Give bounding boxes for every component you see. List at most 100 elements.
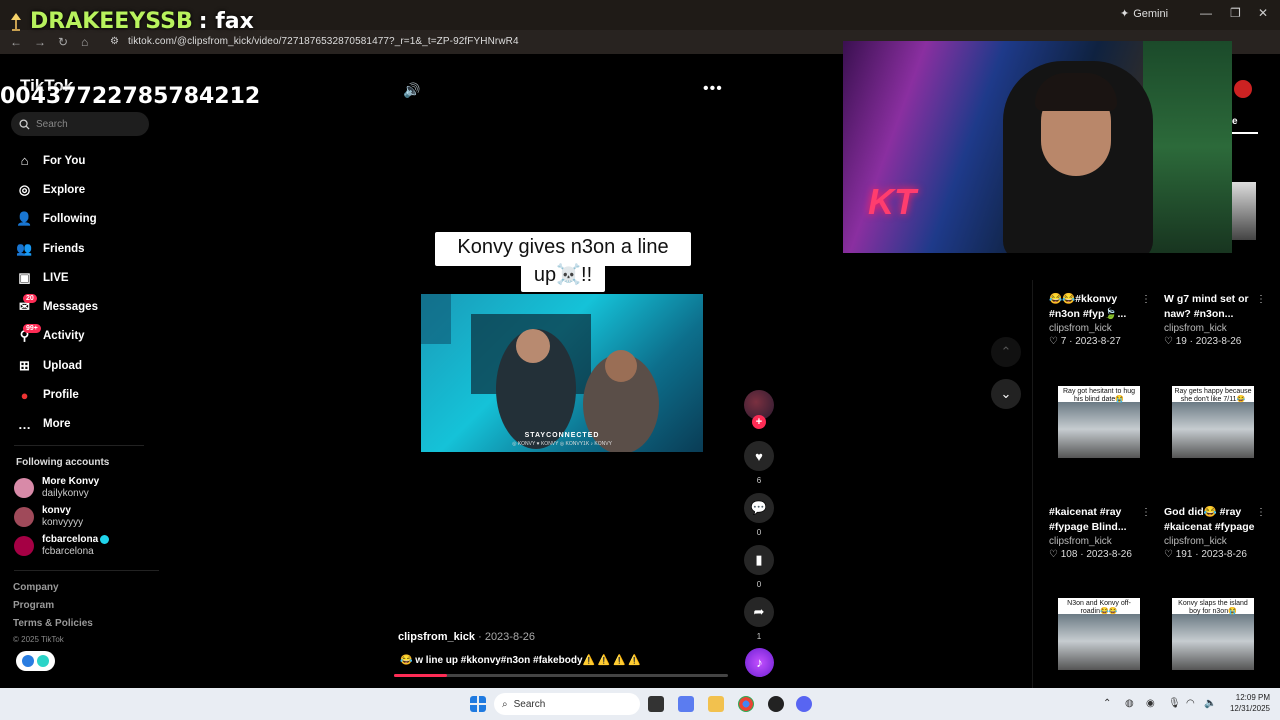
more-options-icon[interactable]: ••• <box>703 80 723 98</box>
video-thumbnail[interactable]: Konvy slaps the island boy for n3on😭 <box>1172 598 1254 670</box>
sidebar-item-label: Profile <box>43 389 79 402</box>
task-view-icon[interactable] <box>648 696 664 712</box>
reload-icon[interactable]: ↻ <box>58 35 68 49</box>
taskbar-clock[interactable]: 12:09 PM 12/31/2025 <box>1222 692 1270 714</box>
webcam-overlay: KT <box>843 41 1232 253</box>
following-account[interactable]: konvy konvyyyy <box>14 505 83 529</box>
related-video-card[interactable]: W g7 mind set or naw? #n3on... clipsfrom_… <box>1164 292 1264 347</box>
video-progress-bar[interactable] <box>394 674 728 677</box>
following-account[interactable]: More Konvy dailykonvy <box>14 476 99 500</box>
discord-icon[interactable] <box>796 696 812 712</box>
sidebar-item-live[interactable]: ▣ LIVE <box>16 263 146 292</box>
like-button[interactable]: ♥ <box>744 441 774 471</box>
microphone-icon[interactable]: 🎙 <box>1168 698 1181 709</box>
sidebar-item-following[interactable]: 👤 Following <box>16 205 146 234</box>
gemini-button[interactable]: ✦ Gemini <box>1120 7 1169 21</box>
sidebar-item-friends[interactable]: 👥 Friends <box>16 234 146 263</box>
video-author[interactable]: clipsfrom_kick <box>398 631 475 643</box>
save-count: 0 <box>756 580 762 589</box>
start-icon[interactable] <box>470 696 486 712</box>
sidebar-item-activity[interactable]: ⚲ 99+ Activity <box>16 322 146 351</box>
video-author[interactable]: clipsfrom_kick <box>1049 323 1149 334</box>
video-author[interactable]: clipsfrom_kick <box>1164 323 1264 334</box>
heart-icon: ♡ <box>1049 336 1058 347</box>
more-options-icon[interactable]: ⋮ <box>1256 294 1266 305</box>
speaker-icon[interactable]: 🔈 <box>1204 698 1216 709</box>
gemini-label: Gemini <box>1133 7 1169 20</box>
following-account[interactable]: fcbarcelona fcbarcelona <box>14 534 110 558</box>
music-disc-button[interactable]: ♪ <box>745 648 774 677</box>
sidebar-item-explore[interactable]: ◎ Explore <box>16 175 146 204</box>
verified-badge-icon <box>100 534 110 544</box>
site-info-icon[interactable]: ⚙ <box>110 36 119 47</box>
video-thumbnail[interactable]: Ray gets happy because she don't like 7/… <box>1172 386 1254 458</box>
sidebar-item-profile[interactable]: ● Profile <box>16 380 146 409</box>
comment-button[interactable]: 💬 <box>744 493 774 523</box>
sidebar-item-for-you[interactable]: ⌂ For You <box>16 146 146 175</box>
sidebar-item-label: LIVE <box>43 271 69 284</box>
video-watermark: STAYCONNECTED <box>524 432 600 439</box>
video-author[interactable]: clipsfrom_kick <box>1164 536 1264 547</box>
footer-link-terms[interactable]: Terms & Policies <box>13 618 93 629</box>
more-options-icon[interactable]: ⋮ <box>1141 294 1151 305</box>
video-title: W g7 mind set or naw? #n3on... <box>1164 293 1249 320</box>
footer-link-program[interactable]: Program <box>13 600 54 611</box>
sidebar-item-label: More <box>43 418 71 431</box>
video-thumbnail[interactable]: N3on and Konvy off-roadin😂😂 <box>1058 598 1140 670</box>
like-count: 191 <box>1175 549 1193 560</box>
get-app-button[interactable] <box>16 651 55 671</box>
taskbar-search[interactable]: ⌕ Search <box>494 693 640 715</box>
like-count: 19 <box>1175 336 1187 347</box>
home-browser-icon[interactable]: ⌂ <box>81 35 88 49</box>
tray-app-icon[interactable]: ◍ <box>1125 698 1134 709</box>
related-video-card[interactable]: God did😂 #ray #kaicenat #fypage clipsfrom… <box>1164 505 1264 560</box>
account-username: dailykonvy <box>42 488 89 499</box>
file-explorer-icon[interactable] <box>708 696 724 712</box>
obs-icon[interactable] <box>768 696 784 712</box>
sidebar-item-label: Activity <box>43 330 85 343</box>
divider <box>14 445 144 446</box>
close-icon[interactable]: ✕ <box>1258 6 1268 20</box>
tray-chevron-icon[interactable]: ⌃ <box>1103 698 1111 709</box>
minimize-icon[interactable]: — <box>1200 6 1212 20</box>
maximize-icon[interactable]: ❐ <box>1230 6 1241 20</box>
chrome-icon[interactable] <box>738 696 754 712</box>
heart-icon: ♡ <box>1164 549 1173 560</box>
video-player[interactable]: STAYCONNECTED ◎ KONVY ♥ KONVY ◎ KONVY1K … <box>421 294 703 452</box>
wifi-icon[interactable]: ◠ <box>1186 698 1195 709</box>
user-avatar[interactable] <box>1234 80 1252 98</box>
next-video-button[interactable]: ⌄ <box>991 379 1021 409</box>
video-date: 2023-8-27 <box>1075 336 1121 347</box>
copyright: © 2025 TikTok <box>13 635 64 644</box>
video-thumbnail[interactable] <box>1232 182 1256 240</box>
previous-video-button[interactable]: ⌃ <box>991 337 1021 367</box>
copilot-icon[interactable] <box>678 696 694 712</box>
back-icon[interactable]: ← <box>10 35 22 49</box>
video-author-line[interactable]: clipsfrom_kick · 2023-8-26 <box>398 631 535 643</box>
video-frame <box>421 294 659 452</box>
video-author[interactable]: clipsfrom_kick <box>1049 536 1149 547</box>
share-icon: ➦ <box>753 604 765 619</box>
more-options-icon[interactable]: ⋮ <box>1141 507 1151 518</box>
sidebar-item-more[interactable]: … More <box>16 410 146 439</box>
sidebar-item-messages[interactable]: ✉ 20 Messages <box>16 292 146 321</box>
footer-link-company[interactable]: Company <box>13 582 59 593</box>
follow-plus-icon[interactable]: + <box>752 415 766 429</box>
video-title: God did😂 #ray #kaicenat #fypage <box>1164 506 1255 533</box>
save-button[interactable]: ▮ <box>744 545 774 575</box>
sidebar-item-upload[interactable]: ⊞ Upload <box>16 351 146 380</box>
search-input[interactable]: Search <box>11 112 149 136</box>
right-panel-tab[interactable]: e <box>1232 116 1238 127</box>
video-thumbnail[interactable]: Ray got hesitant to hug his blind date😭 <box>1058 386 1140 458</box>
url-field[interactable]: tiktok.com/@clipsfrom_kick/video/7271876… <box>128 36 519 47</box>
more-options-icon[interactable]: ⋮ <box>1256 507 1266 518</box>
volume-icon[interactable]: 🔊 <box>403 82 420 99</box>
like-count: 6 <box>756 476 762 485</box>
tray-app-icon[interactable]: ◉ <box>1146 698 1155 709</box>
compass-icon: ◎ <box>18 181 31 197</box>
following-accounts-title: Following accounts <box>16 457 110 468</box>
share-button[interactable]: ➦ <box>744 597 774 627</box>
related-video-card[interactable]: #kaicenat #ray #fypage Blind... clipsfrom… <box>1049 505 1149 560</box>
related-video-card[interactable]: 😂😂#kkonvy #n3on #fyp🍃... clipsfrom_kick ♡ … <box>1049 292 1149 347</box>
forward-icon[interactable]: → <box>34 35 46 49</box>
